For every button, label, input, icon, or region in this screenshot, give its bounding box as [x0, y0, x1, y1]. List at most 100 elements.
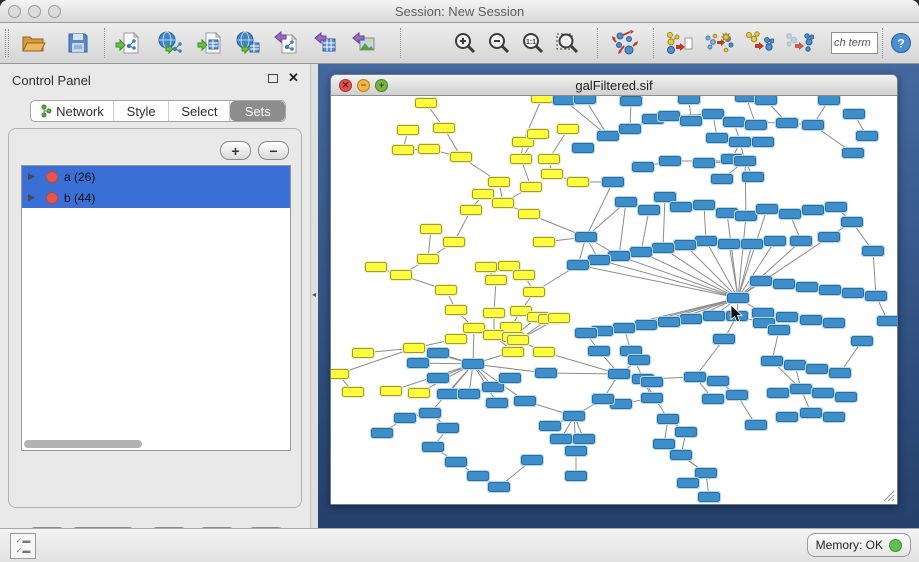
graph-node[interactable]: [774, 280, 795, 289]
graph-node[interactable]: [708, 377, 729, 386]
graph-node[interactable]: [395, 414, 416, 423]
graph-node[interactable]: [589, 256, 610, 265]
graph-edge[interactable]: [745, 161, 746, 216]
zoom-actual-size-button[interactable]: 1:1: [517, 28, 549, 58]
graph-node[interactable]: [564, 412, 585, 421]
graph-edge[interactable]: [873, 251, 876, 296]
graph-node[interactable]: [629, 356, 650, 365]
graph-node[interactable]: [714, 335, 735, 344]
graph-node[interactable]: [459, 390, 480, 399]
graph-node[interactable]: [807, 365, 828, 374]
graph-node[interactable]: [420, 409, 441, 418]
tab-select[interactable]: Select: [169, 101, 230, 121]
graph-node[interactable]: [639, 206, 660, 215]
graph-node[interactable]: [468, 472, 489, 481]
graph-node[interactable]: [487, 399, 508, 408]
graph-node[interactable]: [655, 193, 676, 202]
graph-node[interactable]: [353, 349, 374, 358]
graph-node[interactable]: [699, 493, 720, 502]
graph-node[interactable]: [593, 395, 614, 404]
graph-node[interactable]: [614, 324, 635, 333]
graph-node[interactable]: [521, 183, 542, 192]
graph-node[interactable]: [769, 326, 790, 335]
graph-node[interactable]: [568, 261, 589, 270]
graph-node[interactable]: [824, 319, 845, 328]
graph-node[interactable]: [524, 288, 545, 297]
graph-node[interactable]: [566, 447, 587, 456]
graph-node[interactable]: [574, 435, 595, 444]
graph-node[interactable]: [621, 97, 642, 106]
graph-node[interactable]: [826, 203, 847, 212]
graph-edge[interactable]: [599, 260, 738, 298]
graph-node[interactable]: [576, 329, 597, 338]
search-field[interactable]: ch term: [831, 32, 878, 54]
graph-node[interactable]: [746, 121, 767, 130]
graph-node[interactable]: [712, 175, 733, 184]
float-panel-icon[interactable]: [268, 74, 278, 83]
graph-node[interactable]: [423, 443, 444, 452]
graph-node[interactable]: [573, 144, 594, 153]
graph-node[interactable]: [534, 348, 555, 357]
graph-node[interactable]: [419, 145, 440, 154]
set-list-item[interactable]: ▶b (44): [22, 187, 290, 208]
graph-node[interactable]: [568, 178, 589, 187]
graph-node[interactable]: [486, 276, 507, 285]
horizontal-scrollbar-thumb[interactable]: [24, 440, 142, 448]
graph-node[interactable]: [819, 233, 840, 242]
graph-node[interactable]: [857, 132, 878, 141]
graph-node[interactable]: [780, 210, 801, 219]
graph-node[interactable]: [511, 155, 532, 164]
graph-node[interactable]: [434, 124, 455, 133]
graph-node[interactable]: [603, 178, 624, 187]
graph-node[interactable]: [609, 252, 630, 261]
graph-node[interactable]: [836, 393, 857, 402]
graph-node[interactable]: [631, 248, 652, 257]
graph-node[interactable]: [777, 119, 798, 128]
set-list-item[interactable]: ▶a (26): [22, 166, 290, 187]
graph-node[interactable]: [620, 125, 641, 134]
graph-node[interactable]: [762, 357, 783, 366]
graph-node[interactable]: [863, 247, 884, 256]
toolbar-grip[interactable]: [5, 29, 9, 57]
graph-node[interactable]: [660, 157, 681, 166]
resize-grip-icon[interactable]: [881, 488, 895, 502]
graph-node[interactable]: [421, 225, 442, 234]
network-frame-titlebar[interactable]: ✕ − + galFiltered.sif: [331, 75, 897, 96]
graph-node[interactable]: [844, 110, 865, 119]
graph-node[interactable]: [704, 312, 725, 321]
graph-node[interactable]: [372, 429, 393, 438]
graph-node[interactable]: [343, 388, 364, 397]
window-titlebar[interactable]: Session: New Session: [0, 0, 919, 23]
graph-node[interactable]: [696, 469, 717, 478]
graph-node[interactable]: [685, 373, 706, 382]
graph-node[interactable]: [493, 199, 514, 208]
graph-node[interactable]: [681, 117, 702, 126]
graph-node[interactable]: [508, 336, 529, 345]
graph-node[interactable]: [500, 374, 521, 383]
help-button[interactable]: ?: [885, 28, 917, 58]
graph-node[interactable]: [598, 132, 619, 141]
graph-node[interactable]: [676, 428, 697, 437]
network-graph[interactable]: [331, 96, 897, 504]
graph-node[interactable]: [464, 324, 485, 333]
graph-node[interactable]: [703, 110, 724, 119]
graph-node[interactable]: [694, 201, 715, 210]
graph-node[interactable]: [366, 263, 387, 272]
add-set-button[interactable]: +: [220, 141, 251, 160]
graph-node[interactable]: [654, 440, 675, 449]
graph-node[interactable]: [843, 149, 864, 158]
panel-divider[interactable]: ◂: [310, 64, 318, 528]
graph-node[interactable]: [558, 125, 579, 134]
graph-node[interactable]: [813, 389, 834, 398]
graph-node[interactable]: [542, 170, 563, 179]
graph-node[interactable]: [679, 96, 700, 104]
graph-node[interactable]: [803, 206, 824, 215]
new-network-from-selection-button[interactable]: [661, 28, 697, 58]
graph-node[interactable]: [428, 349, 449, 358]
graph-node[interactable]: [446, 335, 467, 344]
network-canvas[interactable]: [331, 96, 897, 504]
show-hide-selection-button[interactable]: [781, 28, 817, 58]
zoom-fit-selected-button[interactable]: [552, 28, 584, 58]
graph-node[interactable]: [785, 361, 806, 370]
graph-node[interactable]: [438, 390, 459, 399]
